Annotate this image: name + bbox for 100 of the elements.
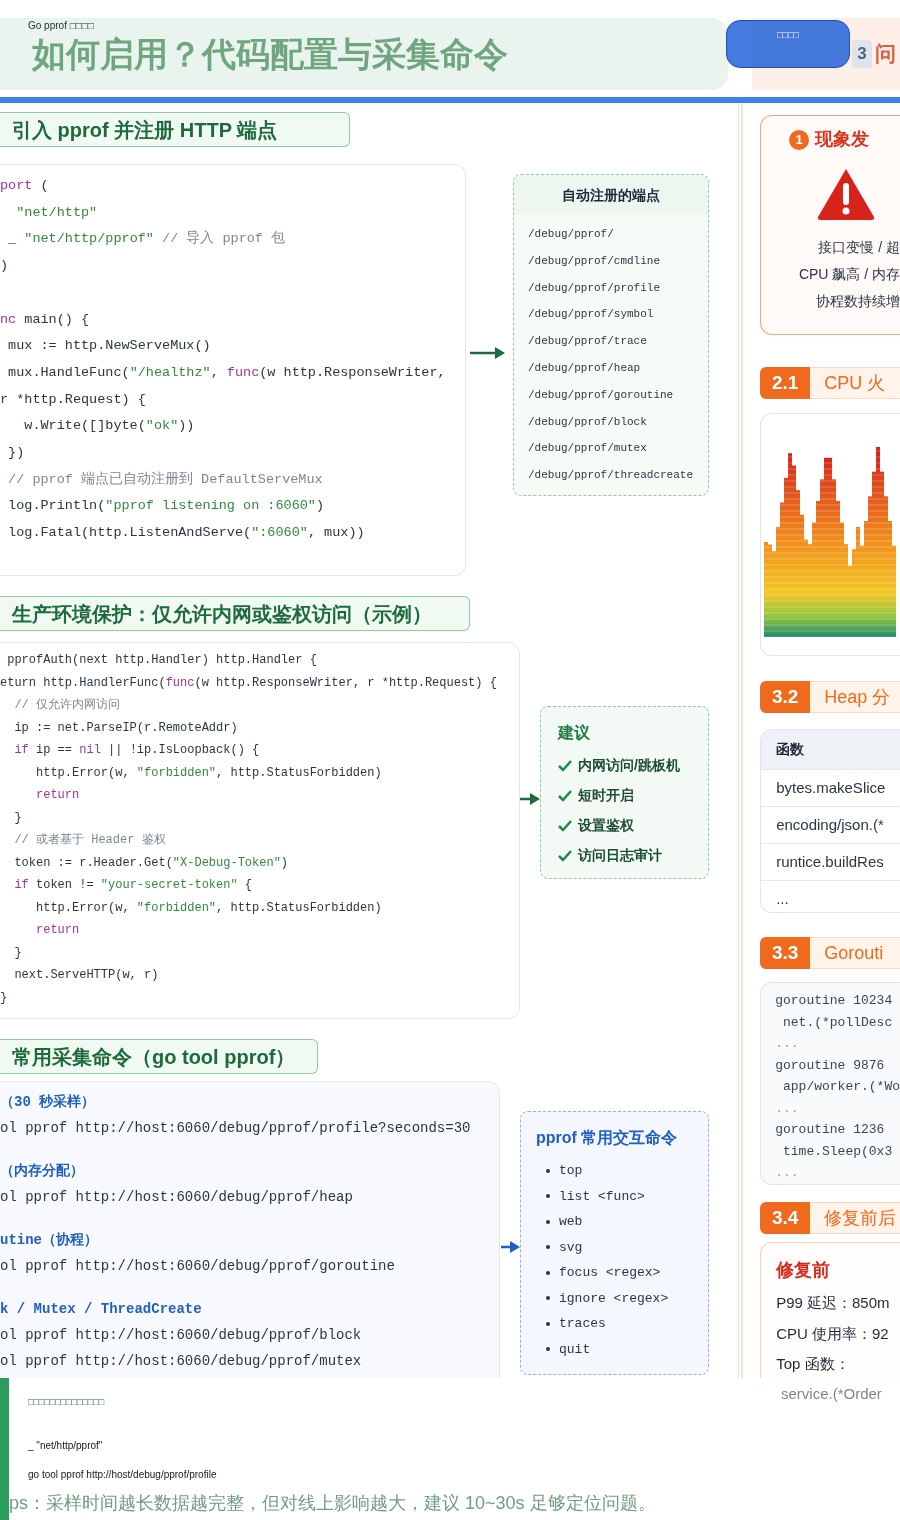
check-icon: [558, 759, 572, 772]
command-line: ol pprof http://host:6060/debug/pprof/mutex: [0, 1352, 362, 1371]
check-icon: [558, 819, 572, 832]
code-line: _ "net/http/pprof" // 导入 pprof 包: [7, 229, 286, 249]
notice-line: go tool pprof http://host/debug/pprof/profile: [28, 1467, 217, 1482]
interactive-command: top: [559, 1162, 583, 1180]
faded-text: service.(*Order: [781, 1385, 882, 1402]
tips-text: ps：采样时间越长数据越完整，但对线上影响越大，建议 10~30s 足够定位问题。: [9, 1491, 656, 1515]
table-cell: ...: [761, 880, 900, 912]
bullet-icon: [546, 1347, 550, 1352]
section-number: 2.1: [760, 367, 811, 399]
panel-title: 建议: [558, 723, 590, 743]
advice-item: 设置鉴权: [578, 816, 634, 835]
table-cell: encoding/json.(*: [761, 806, 900, 843]
advice-item: 短时开启: [578, 786, 634, 805]
arrow-icon: [520, 792, 540, 806]
code-line: }: [0, 989, 8, 1007]
banner-title: 如何启用？代码配置与采集命令: [32, 33, 508, 75]
advice-item: 内网访问/跳板机: [578, 756, 680, 775]
code-line: ): [0, 257, 9, 276]
code-line: token := r.Header.Get("X-Debug-Token"): [13, 854, 289, 872]
card-title: 修复前: [776, 1259, 831, 1282]
header-button[interactable]: □□□□: [726, 20, 850, 68]
endpoint-path: /debug/pprof/cmdline: [528, 253, 661, 269]
code-line: r *http.Request) {: [0, 390, 146, 409]
bullet-icon: [546, 1321, 550, 1326]
interactive-command: focus <regex>: [559, 1264, 661, 1282]
warning-icon: [816, 167, 877, 221]
endpoint-path: /debug/pprof/threadcreate: [528, 468, 694, 484]
interactive-command: quit: [559, 1340, 591, 1359]
code-line: if ip == nil || !ip.IsLoopback() {: [13, 742, 260, 759]
code-line: http.Error(w, "forbidden", http.StatusForbidden): [35, 899, 382, 917]
bullet-icon: [546, 1245, 550, 1250]
endpoint-path: /debug/pprof/trace: [528, 334, 647, 350]
code-line: mux := http.NewServeMux(): [7, 337, 211, 356]
notice-title: □□□□□□□□□□□□□□: [28, 1396, 105, 1409]
panel-title: 自动注册的端点: [514, 175, 708, 215]
bullet-icon: [546, 1270, 550, 1275]
code-line: eturn http.HandlerFunc(func(w http.ResponseWriter, r *http.Request) {: [0, 674, 497, 692]
check-icon: [558, 849, 572, 862]
interactive-command: web: [559, 1213, 583, 1231]
section-heading: 常用采集命令（go tool pprof）: [0, 1039, 318, 1074]
arrow-icon: [470, 346, 505, 360]
bullet-icon: [546, 1219, 550, 1224]
interactive-command: traces: [559, 1315, 606, 1333]
stack-line: goroutine 9876: [775, 1056, 885, 1075]
metric-text: Top 函数：: [776, 1354, 850, 1374]
section-heading: 修复前后: [810, 1202, 900, 1234]
section-number: 3.4: [760, 1202, 811, 1234]
command-line: ol pprof http://host:6060/debug/pprof/block: [0, 1326, 362, 1345]
command-title: （30 秒采样）: [0, 1093, 96, 1112]
section-heading: Gorouti: [810, 937, 900, 969]
panel-title: pprof 常用交互命令: [536, 1128, 678, 1148]
stack-line: ...: [775, 1035, 799, 1053]
banner-title: 问: [875, 41, 896, 68]
notice-line: _ "net/http/pprof": [28, 1438, 103, 1453]
page-caption: Go pprof □□□□: [28, 19, 94, 33]
stack-line: goroutine 10234: [775, 992, 893, 1010]
code-line: w.Write([]byte("ok")): [23, 417, 195, 436]
endpoint-path: /debug/pprof/mutex: [528, 441, 647, 457]
command-title: utine（协程）: [0, 1231, 98, 1250]
endpoint-path: /debug/pprof/goroutine: [528, 387, 674, 403]
bullet-icon: [546, 1296, 550, 1301]
endpoint-path: /debug/pprof/symbol: [528, 307, 654, 323]
code-line: }): [7, 444, 25, 462]
code-line: // pprof 端点已自动注册到 DefaultServeMux: [7, 470, 323, 489]
step-number: 1: [789, 129, 810, 150]
stack-line: app/worker.(*Wo: [781, 1078, 900, 1096]
stack-line: goroutine 1236: [775, 1121, 885, 1139]
arrow-icon: [501, 1240, 520, 1254]
code-line: log.Println("pprof listening on :6060"): [7, 497, 325, 516]
section-number: 3.2: [760, 681, 811, 713]
table-header: 函数: [761, 730, 900, 769]
command-title: k / Mutex / ThreadCreate: [0, 1300, 202, 1319]
code-line: if token != "your-secret-token" {: [13, 877, 253, 894]
advice-item: 访问日志审计: [578, 846, 662, 865]
code-line: ip := net.ParseIP(r.RemoteAddr): [13, 719, 238, 737]
step-number: 3: [852, 40, 872, 68]
code-line: return: [35, 922, 80, 939]
endpoint-path: /debug/pprof/profile: [528, 280, 661, 296]
command-line: ol pprof http://host:6060/debug/pprof/profile?seconds=30: [0, 1119, 471, 1138]
command-line: ol pprof http://host:6060/debug/pprof/heap: [0, 1188, 353, 1207]
card-title: 现象发: [815, 128, 870, 151]
code-line: mux.HandleFunc("/healthz", func(w http.ResponseWriter,: [7, 363, 446, 382]
interactive-command: svg: [559, 1238, 583, 1257]
code-line: }: [13, 809, 22, 827]
code-line: http.Error(w, "forbidden", http.StatusForbidden): [35, 764, 382, 782]
interactive-command: ignore <regex>: [559, 1289, 669, 1308]
section-number: 3.3: [760, 937, 811, 969]
stack-line: ...: [775, 1164, 799, 1182]
section-heading: 生产环境保护：仅允许内网或鉴权访问（示例）: [0, 596, 470, 631]
metric-text: P99 延迟：850m: [776, 1293, 890, 1313]
code-line: nc main() {: [0, 310, 90, 329]
endpoint-path: /debug/pprof/heap: [528, 361, 641, 376]
stack-line: time.Sleep(0x3: [781, 1142, 893, 1161]
check-icon: [558, 789, 572, 802]
section-heading: 引入 pprof 并注册 HTTP 端点: [0, 112, 350, 147]
stack-line: ...: [775, 1099, 799, 1118]
table-cell: runtice.buildRes: [761, 843, 900, 880]
section-heading: CPU 火: [810, 367, 900, 399]
